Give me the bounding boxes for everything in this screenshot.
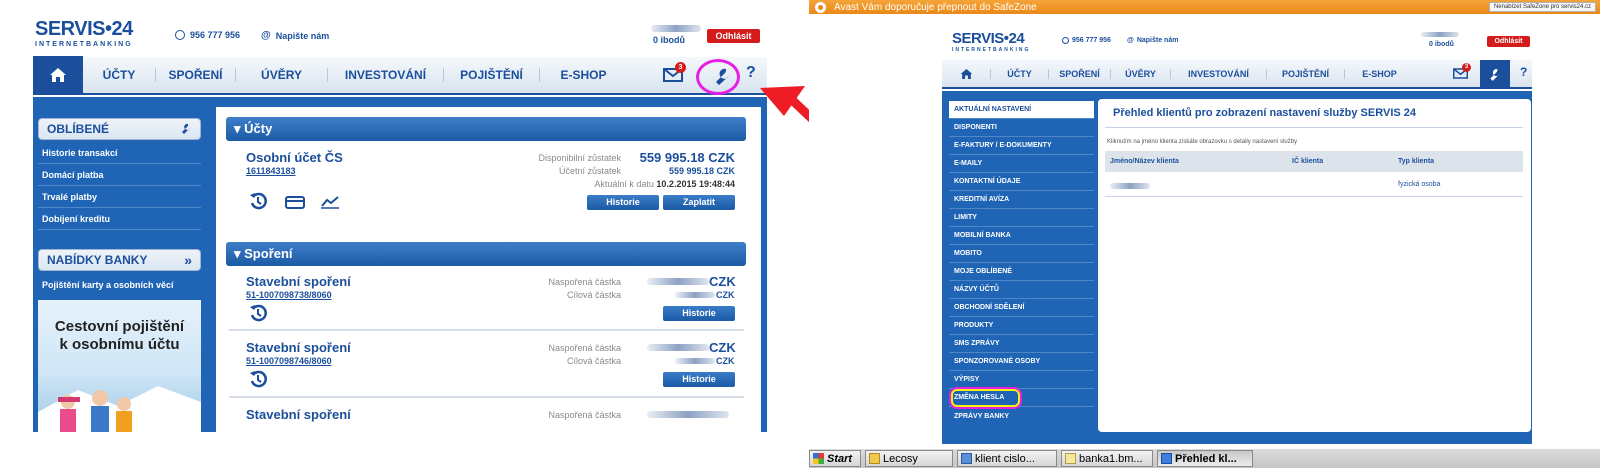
change-password-highlight [951,389,1020,407]
right-screenshot: Avast Vám doporučuje přepnout do SafeZon… [809,0,1600,468]
document-icon [961,453,972,464]
clients-panel [1098,99,1531,432]
taskbar-item-label: Lecosy [883,452,918,465]
menu-bank-messages[interactable]: ZPRÁVY BANKY [949,407,1094,425]
client-name-blurred-link[interactable] [1110,183,1150,189]
main-nav: ÚČTY SPOŘENÍ ÚVĚRY INVESTOVÁNÍ POJIŠTĚNÍ… [942,60,1532,89]
nav-insurance[interactable]: POJIŠTĚNÍ [1266,68,1344,79]
settings-menu: AKTUÁLNÍ NASTAVENÍ DISPONENTI E-FAKTURY … [949,101,1094,425]
folder-icon [869,453,880,464]
taskbar-item-label: Přehled kl... [1175,452,1237,465]
menu-products[interactable]: PRODUKTY [949,317,1094,335]
taskbar-item-overview[interactable]: Přehled kl... [1157,450,1253,467]
taskbar-item-client[interactable]: klient cislo... [957,450,1057,467]
nav-investments[interactable]: INVESTOVÁNÍ [1170,68,1266,79]
clients-hint: Kliknutím na jméno klienta získáte obraz… [1107,139,1298,145]
menu-limits[interactable]: LIMITY [949,209,1094,227]
taskbar-item-bank[interactable]: banka1.bm... [1061,450,1153,467]
menu-contact-details[interactable]: KONTAKTNÍ ÚDAJE [949,173,1094,191]
avast-notification-bar: Avast Vám doporučuje přepnout do SafeZon… [809,0,1600,14]
start-label: Start [827,452,853,465]
avast-message: Avast Vám doporučuje přepnout do SafeZon… [834,1,1037,13]
phone-number: 956 777 956 [1072,37,1111,44]
menu-sponsored-persons[interactable]: SPONZOROVANÉ OSOBY [949,353,1094,371]
help-button[interactable]: ? [1520,65,1527,79]
windows-taskbar: Start Lecosy klient cislo... banka1.bm..… [809,448,1600,468]
menu-mobito[interactable]: MOBITO [949,245,1094,263]
nav-loans[interactable]: ÚVĚRY [1110,68,1170,79]
windows-logo-icon [813,453,824,464]
menu-emails[interactable]: E-MAILY [949,155,1094,173]
menu-statements[interactable]: VÝPISY [949,371,1094,389]
settings-tab-active[interactable] [1480,60,1510,89]
contact-label: Napište nám [1136,37,1179,44]
home-icon [960,68,972,79]
menu-credit-notices[interactable]: KREDITNÍ AVÍZA [949,191,1094,209]
at-icon: @ [1127,37,1134,44]
row-divider [1105,196,1523,197]
contact-link[interactable]: @ Napište nám [1127,37,1178,44]
menu-commercial-messages[interactable]: OBCHODNÍ SDĚLENÍ [949,299,1094,317]
menu-disponents[interactable]: DISPONENTI [949,119,1094,137]
phone-icon [1062,37,1069,44]
start-button[interactable]: Start [809,450,861,467]
menu-account-names[interactable]: NÁZVY ÚČTŮ [949,281,1094,299]
avast-icon [815,1,826,13]
taskbar-item-label: klient cislo... [975,452,1035,465]
title-divider [1105,127,1523,128]
col-client-type: Typ klienta [1398,158,1435,165]
nav-eshop[interactable]: E-SHOP [1344,68,1414,79]
menu-mobile-bank[interactable]: MOBILNÍ BANKA [949,227,1094,245]
menu-einvoices[interactable]: E-FAKTURY / E-DOKUMENTY [949,137,1094,155]
phone-link[interactable]: 956 777 956 [1062,37,1111,44]
nav-accounts[interactable]: ÚČTY [990,68,1048,79]
logo[interactable]: SERVIS•24 [952,30,1025,47]
col-client-name: Jméno/Název klienta [1110,158,1179,165]
client-type-value: fyzická osoba [1398,181,1441,188]
menu-current-settings[interactable]: AKTUÁLNÍ NASTAVENÍ [949,101,1094,119]
mail-button[interactable]: 3 [1453,63,1471,79]
mail-badge: 3 [1462,63,1471,72]
menu-sms-messages[interactable]: SMS ZPRÁVY [949,335,1094,353]
image-icon [1065,453,1076,464]
browser-icon [1161,453,1172,464]
menu-my-favorites[interactable]: MOJE OBLÍBENÉ [949,263,1094,281]
clients-title: Přehled klientů pro zobrazení nastavení … [1113,107,1416,119]
logout-button[interactable]: Odhlásit [1487,36,1530,47]
nav-home[interactable] [942,59,990,88]
avast-dismiss-button[interactable]: Nenabízet SafeZone pro servis24.cz [1488,2,1596,12]
taskbar-item-lecosy[interactable]: Lecosy [865,450,953,467]
wrench-icon [1490,68,1500,81]
points-label: 0 ibodů [1429,41,1454,48]
col-client-ic: IČ klienta [1292,158,1324,165]
user-name-blurred [1421,32,1459,37]
taskbar-item-label: banka1.bm... [1079,452,1143,465]
logo-subtitle: INTERNETBANKING [952,47,1031,53]
nav-savings[interactable]: SPOŘENÍ [1048,68,1110,79]
